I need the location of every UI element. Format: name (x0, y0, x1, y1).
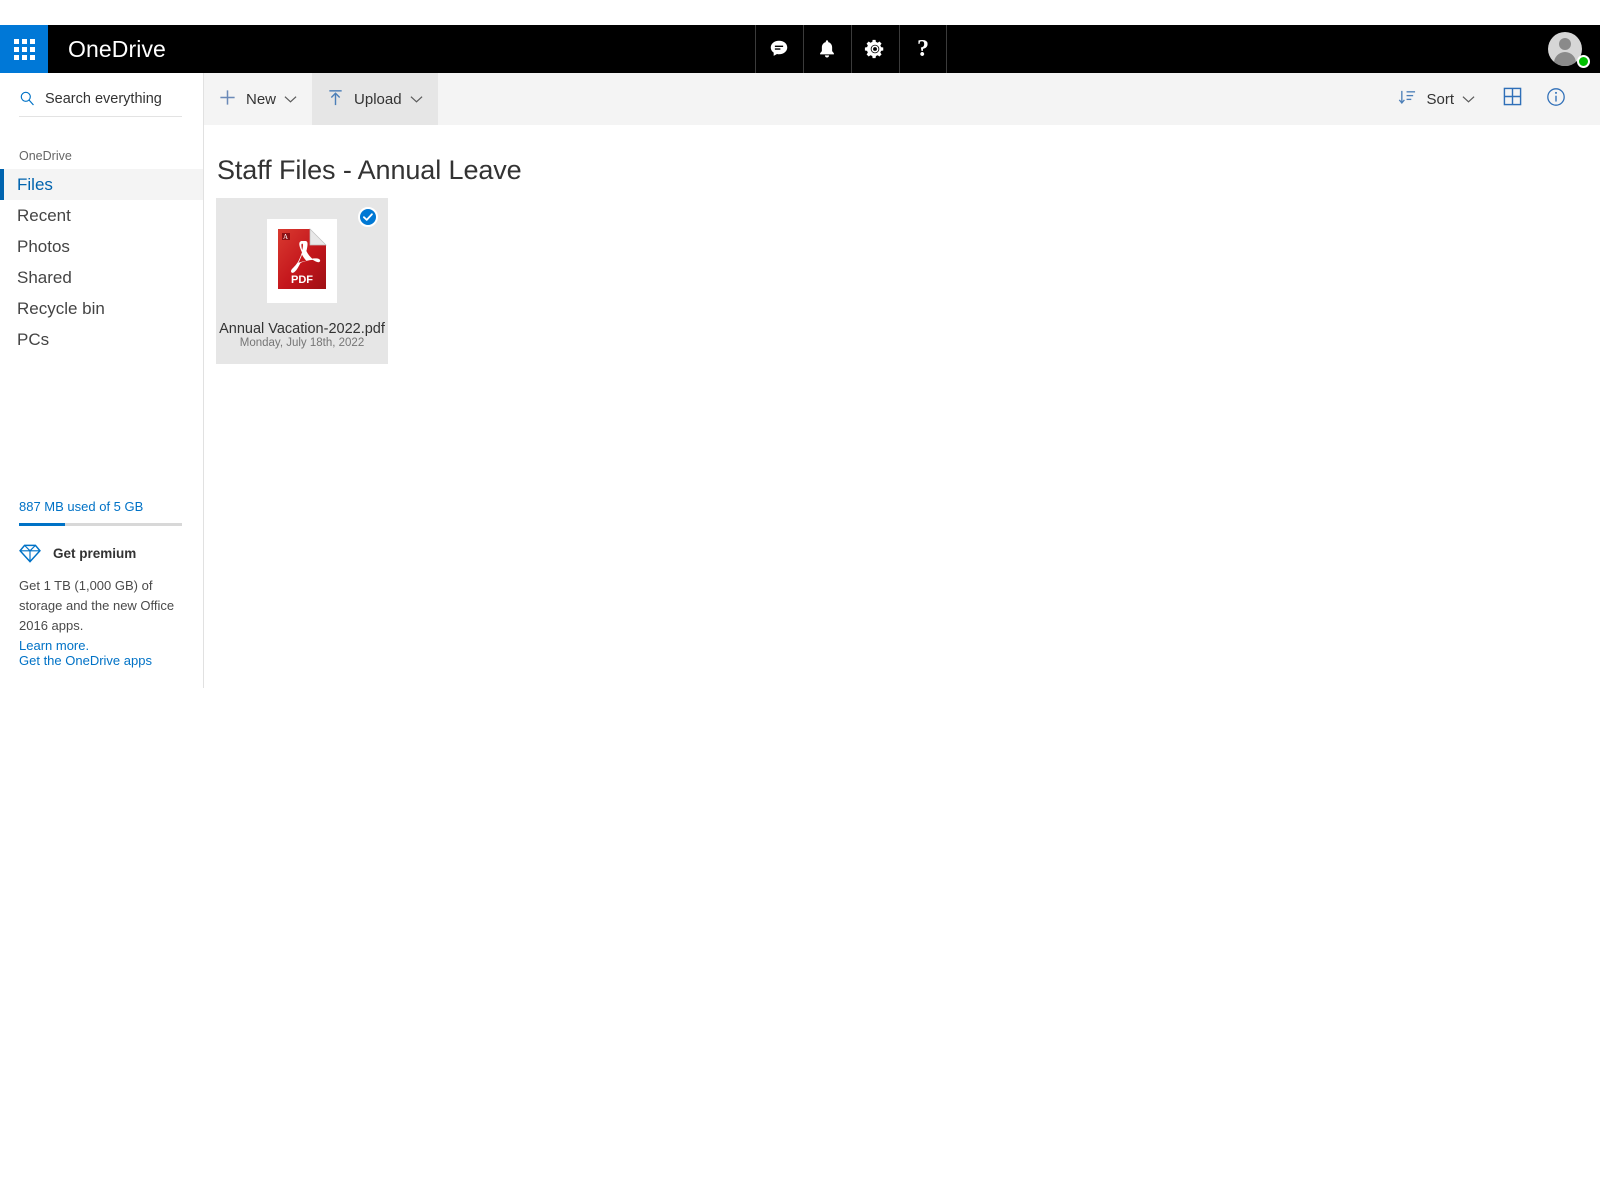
sidebar-item-label: Recent (17, 205, 71, 225)
new-button[interactable]: New (204, 73, 312, 125)
tiles-view-icon (1503, 87, 1522, 111)
plus-icon (218, 88, 237, 111)
premium-promo: Get premium Get 1 TB (1,000 GB) of stora… (19, 544, 189, 656)
sidebar-item-label: Recycle bin (17, 298, 105, 318)
sidebar-nav: Files Recent Photos Shared Recycle bin P… (0, 169, 203, 355)
upload-button[interactable]: Upload (312, 73, 438, 125)
sidebar-item-label: PCs (17, 329, 50, 349)
sidebar-item-pcs[interactable]: PCs (0, 324, 203, 355)
command-bar-right: Sort (1384, 73, 1600, 125)
command-bar-spacer (438, 73, 1385, 125)
main-content: Staff Files - Annual Leave A PDF Annual … (204, 125, 1600, 1200)
get-premium-label: Get premium (53, 546, 137, 561)
command-bar: New Upload Sort (204, 73, 1600, 125)
learn-more-link[interactable]: Learn more. (19, 638, 89, 653)
sort-icon (1398, 89, 1417, 110)
app-launcher-button[interactable] (0, 25, 48, 73)
left-rail: OneDrive Files Recent Photos Shared Recy… (0, 73, 204, 688)
file-tile[interactable]: A PDF Annual Vacation-2022.pdf Monday, J… (216, 198, 388, 364)
help-button[interactable]: ? (898, 25, 947, 73)
avatar-head (1559, 38, 1572, 50)
new-label: New (246, 90, 277, 108)
bell-icon (816, 38, 838, 60)
storage-section: 887 MB used of 5 GB (19, 498, 182, 526)
suite-bar: OneDrive ? (0, 25, 1600, 73)
storage-progress-bar (19, 523, 182, 526)
sidebar-item-recent[interactable]: Recent (0, 200, 203, 231)
selection-check-badge[interactable] (358, 207, 378, 227)
get-onedrive-apps-link[interactable]: Get the OneDrive apps (19, 653, 152, 668)
sidebar-item-files[interactable]: Files (0, 169, 203, 200)
avatar-body (1554, 52, 1577, 66)
chat-button[interactable] (754, 25, 803, 73)
svg-text:A: A (283, 233, 288, 241)
diamond-icon (19, 544, 41, 563)
page-title: Staff Files - Annual Leave (217, 155, 522, 185)
promo-text: Get 1 TB (1,000 GB) of storage and the n… (19, 578, 175, 633)
file-date: Monday, July 18th, 2022 (239, 337, 365, 349)
sidebar-item-recycle-bin[interactable]: Recycle bin (0, 293, 203, 324)
sidebar-item-label: Photos (17, 236, 70, 256)
sort-label: Sort (1426, 90, 1454, 108)
promo-body: Get 1 TB (1,000 GB) of storage and the n… (19, 576, 189, 656)
upload-label: Upload (354, 90, 402, 108)
suite-spacer (947, 25, 1536, 73)
file-name: Annual Vacation-2022.pdf (219, 321, 385, 337)
storage-usage-link[interactable]: 887 MB used of 5 GB (19, 499, 143, 514)
sort-button[interactable]: Sort (1384, 73, 1490, 125)
presence-badge-icon (1577, 55, 1591, 68)
sidebar-item-label: Shared (17, 267, 72, 287)
view-toggle-button[interactable] (1490, 73, 1534, 125)
sidebar-item-shared[interactable]: Shared (0, 262, 203, 293)
chevron-down-icon (284, 95, 297, 104)
get-premium-button[interactable]: Get premium (19, 544, 189, 563)
search-icon (19, 90, 36, 107)
gear-icon (864, 38, 886, 60)
account-manager-button[interactable] (1536, 25, 1600, 73)
pdf-file-icon: A PDF (276, 227, 328, 296)
svg-text:PDF: PDF (291, 274, 313, 286)
chat-icon (768, 38, 790, 60)
chevron-down-icon (410, 95, 423, 104)
upload-icon (326, 88, 345, 111)
info-icon (1546, 87, 1566, 112)
chevron-down-icon (1462, 95, 1475, 104)
settings-button[interactable] (850, 25, 899, 73)
waffle-icon (13, 38, 35, 60)
suite-actions: ? (754, 25, 947, 73)
sidebar-item-photos[interactable]: Photos (0, 231, 203, 262)
notifications-button[interactable] (802, 25, 851, 73)
file-tiles-grid: A PDF Annual Vacation-2022.pdf Monday, J… (216, 198, 1600, 364)
brand-title[interactable]: OneDrive (48, 25, 755, 73)
details-info-button[interactable] (1534, 73, 1578, 125)
help-icon: ? (916, 36, 929, 62)
search-input[interactable] (45, 90, 185, 107)
file-thumbnail: A PDF (267, 219, 337, 303)
search-box[interactable] (19, 90, 185, 117)
storage-progress-fill (19, 523, 65, 526)
sidebar-item-label: Files (17, 174, 53, 194)
rail-heading: OneDrive (19, 149, 72, 163)
